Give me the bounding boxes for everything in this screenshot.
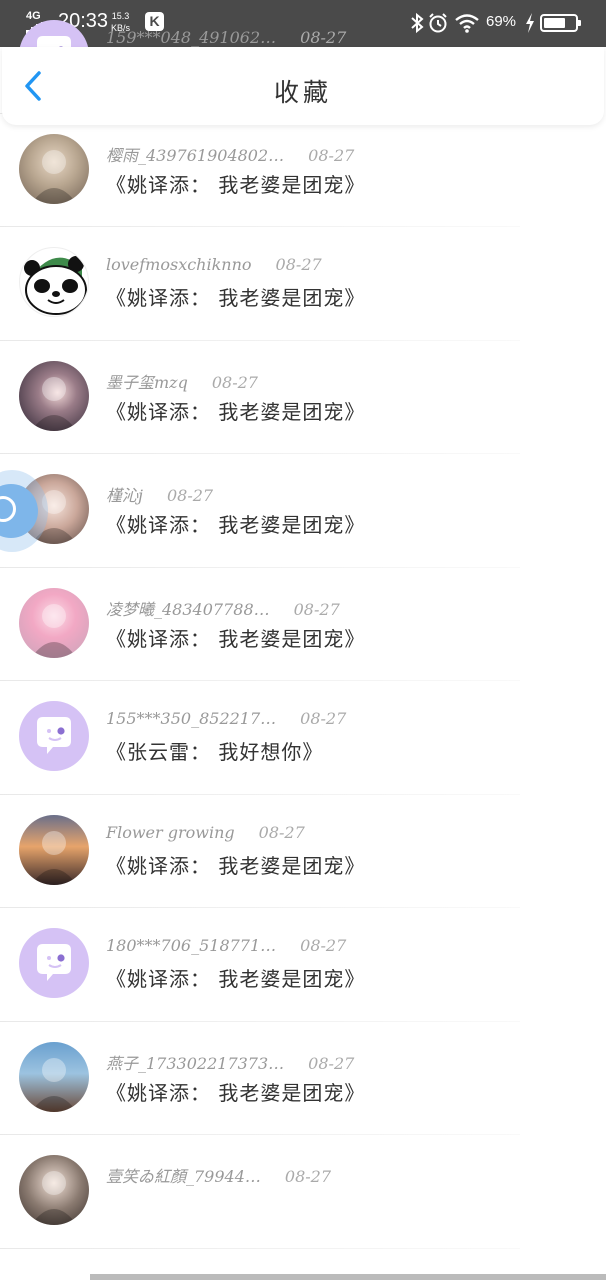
floating-button-core bbox=[0, 484, 38, 538]
chat-bubble-icon bbox=[37, 944, 71, 981]
profile-photo-icon bbox=[31, 603, 77, 658]
avatar[interactable] bbox=[19, 133, 89, 204]
header-bar: 收藏 bbox=[2, 47, 604, 125]
username: lovefmosxchiknno bbox=[106, 255, 252, 274]
username: Flower growing bbox=[106, 822, 235, 842]
panda-icon bbox=[20, 256, 88, 316]
date: 08-27 bbox=[308, 145, 355, 165]
item-title: 《姚译添： 我老婆是团宠》 bbox=[106, 626, 366, 651]
date: 08-27 bbox=[284, 1167, 332, 1186]
date: 08-27 bbox=[275, 255, 322, 274]
profile-photo-icon bbox=[31, 149, 77, 204]
avatar[interactable] bbox=[19, 247, 89, 317]
item-title: 《张云雷： 我好想你》 bbox=[106, 740, 324, 764]
avatar[interactable] bbox=[19, 814, 89, 885]
floating-button-ring bbox=[0, 496, 16, 522]
list-item[interactable]: 槿沁j 08-27 《姚译添： 我老婆是团宠》 bbox=[0, 454, 606, 568]
avatar[interactable] bbox=[19, 1155, 89, 1225]
date: 08-27 bbox=[308, 1053, 355, 1073]
chat-bubble-icon bbox=[37, 717, 71, 754]
date: 08-27 bbox=[211, 372, 258, 392]
list-item[interactable]: 樱雨_439761904802… 08-27 《姚译添： 我老婆是团宠》 bbox=[0, 114, 606, 227]
list-item[interactable]: 墨子玺mzq 08-27 《姚译添： 我老婆是团宠》 bbox=[0, 341, 606, 454]
username: 壹笑ゐ紅顏_79944… bbox=[106, 1167, 261, 1186]
list-item[interactable]: 燕子_173302217373… 08-27 《姚译添： 我老婆是团宠》 bbox=[0, 1022, 606, 1135]
date: 08-27 bbox=[300, 28, 347, 47]
avatar[interactable] bbox=[19, 587, 89, 658]
item-meta: 凌梦曦_483407788… 08-27 bbox=[106, 596, 340, 620]
profile-photo-icon bbox=[31, 376, 77, 431]
item-title: 《姚译添： 我老婆是团宠》 bbox=[106, 967, 366, 991]
item-title: 《姚译添： 我老婆是团宠》 bbox=[106, 399, 366, 424]
username: 槿沁j bbox=[106, 486, 143, 505]
list-item[interactable]: 壹笑ゐ紅顏_79944… 08-27 bbox=[0, 1135, 606, 1249]
divider bbox=[0, 1247, 520, 1249]
profile-photo-icon bbox=[31, 830, 77, 885]
profile-photo-icon bbox=[31, 1171, 77, 1225]
list-item[interactable]: Flower growing 08-27 《姚译添： 我老婆是团宠》 bbox=[0, 795, 606, 908]
date: 08-27 bbox=[166, 486, 214, 505]
date: 08-27 bbox=[258, 822, 305, 842]
item-meta: 墨子玺mzq 08-27 bbox=[106, 369, 258, 393]
username: 墨子玺mzq bbox=[106, 372, 188, 392]
username: 樱雨_439761904802… bbox=[106, 145, 285, 165]
avatar[interactable] bbox=[19, 1041, 89, 1112]
date: 08-27 bbox=[300, 936, 347, 955]
item-title: 《姚译添： 我老婆是团宠》 bbox=[106, 513, 366, 537]
date: 08-27 bbox=[300, 709, 347, 728]
item-meta: Flower growing 08-27 bbox=[106, 823, 305, 842]
page-title: 收藏 bbox=[273, 78, 332, 107]
avatar[interactable] bbox=[19, 701, 89, 771]
item-meta: 159***048_491062… 08-27 bbox=[106, 28, 346, 47]
item-title: 《姚译添： 我老婆是团宠》 bbox=[106, 1080, 366, 1105]
item-meta: 155***350_852217… 08-27 bbox=[106, 709, 346, 728]
item-title: 《姚译添： 我老婆是团宠》 bbox=[106, 286, 366, 310]
item-meta: 樱雨_439761904802… 08-27 bbox=[106, 142, 354, 166]
date: 08-27 bbox=[293, 599, 340, 619]
list-item[interactable]: lovefmosxchiknno 08-27 《姚译添： 我老婆是团宠》 bbox=[0, 227, 606, 341]
username: 159***048_491062… bbox=[106, 28, 277, 47]
bottom-edge-bar bbox=[90, 1274, 606, 1280]
item-meta: lovefmosxchiknno 08-27 bbox=[106, 255, 322, 274]
username: 燕子_173302217373… bbox=[106, 1053, 285, 1073]
favorites-list: 159***048_491062…08-27《姚译添： 我老婆是团宠》樱雨_43… bbox=[0, 20, 606, 1249]
list-item[interactable]: 180***706_518771… 08-27 《姚译添： 我老婆是团宠》 bbox=[0, 908, 606, 1022]
username: 155***350_852217… bbox=[106, 709, 277, 728]
item-meta: 180***706_518771… 08-27 bbox=[106, 936, 346, 955]
username: 凌梦曦_483407788… bbox=[106, 599, 270, 619]
item-meta: 壹笑ゐ紅顏_79944… 08-27 bbox=[106, 1163, 331, 1187]
item-meta: 燕子_173302217373… 08-27 bbox=[106, 1050, 354, 1074]
item-title: 《姚译添： 我老婆是团宠》 bbox=[106, 172, 366, 197]
list-item[interactable]: 凌梦曦_483407788… 08-27 《姚译添： 我老婆是团宠》 bbox=[0, 568, 606, 681]
item-meta: 槿沁j 08-27 bbox=[106, 482, 213, 506]
list-item[interactable]: 155***350_852217… 08-27 《张云雷： 我好想你》 bbox=[0, 681, 606, 795]
avatar[interactable] bbox=[19, 928, 89, 998]
avatar[interactable] bbox=[19, 360, 89, 431]
username: 180***706_518771… bbox=[106, 936, 277, 955]
profile-photo-icon bbox=[31, 1057, 77, 1112]
item-title: 《姚译添： 我老婆是团宠》 bbox=[106, 853, 366, 878]
